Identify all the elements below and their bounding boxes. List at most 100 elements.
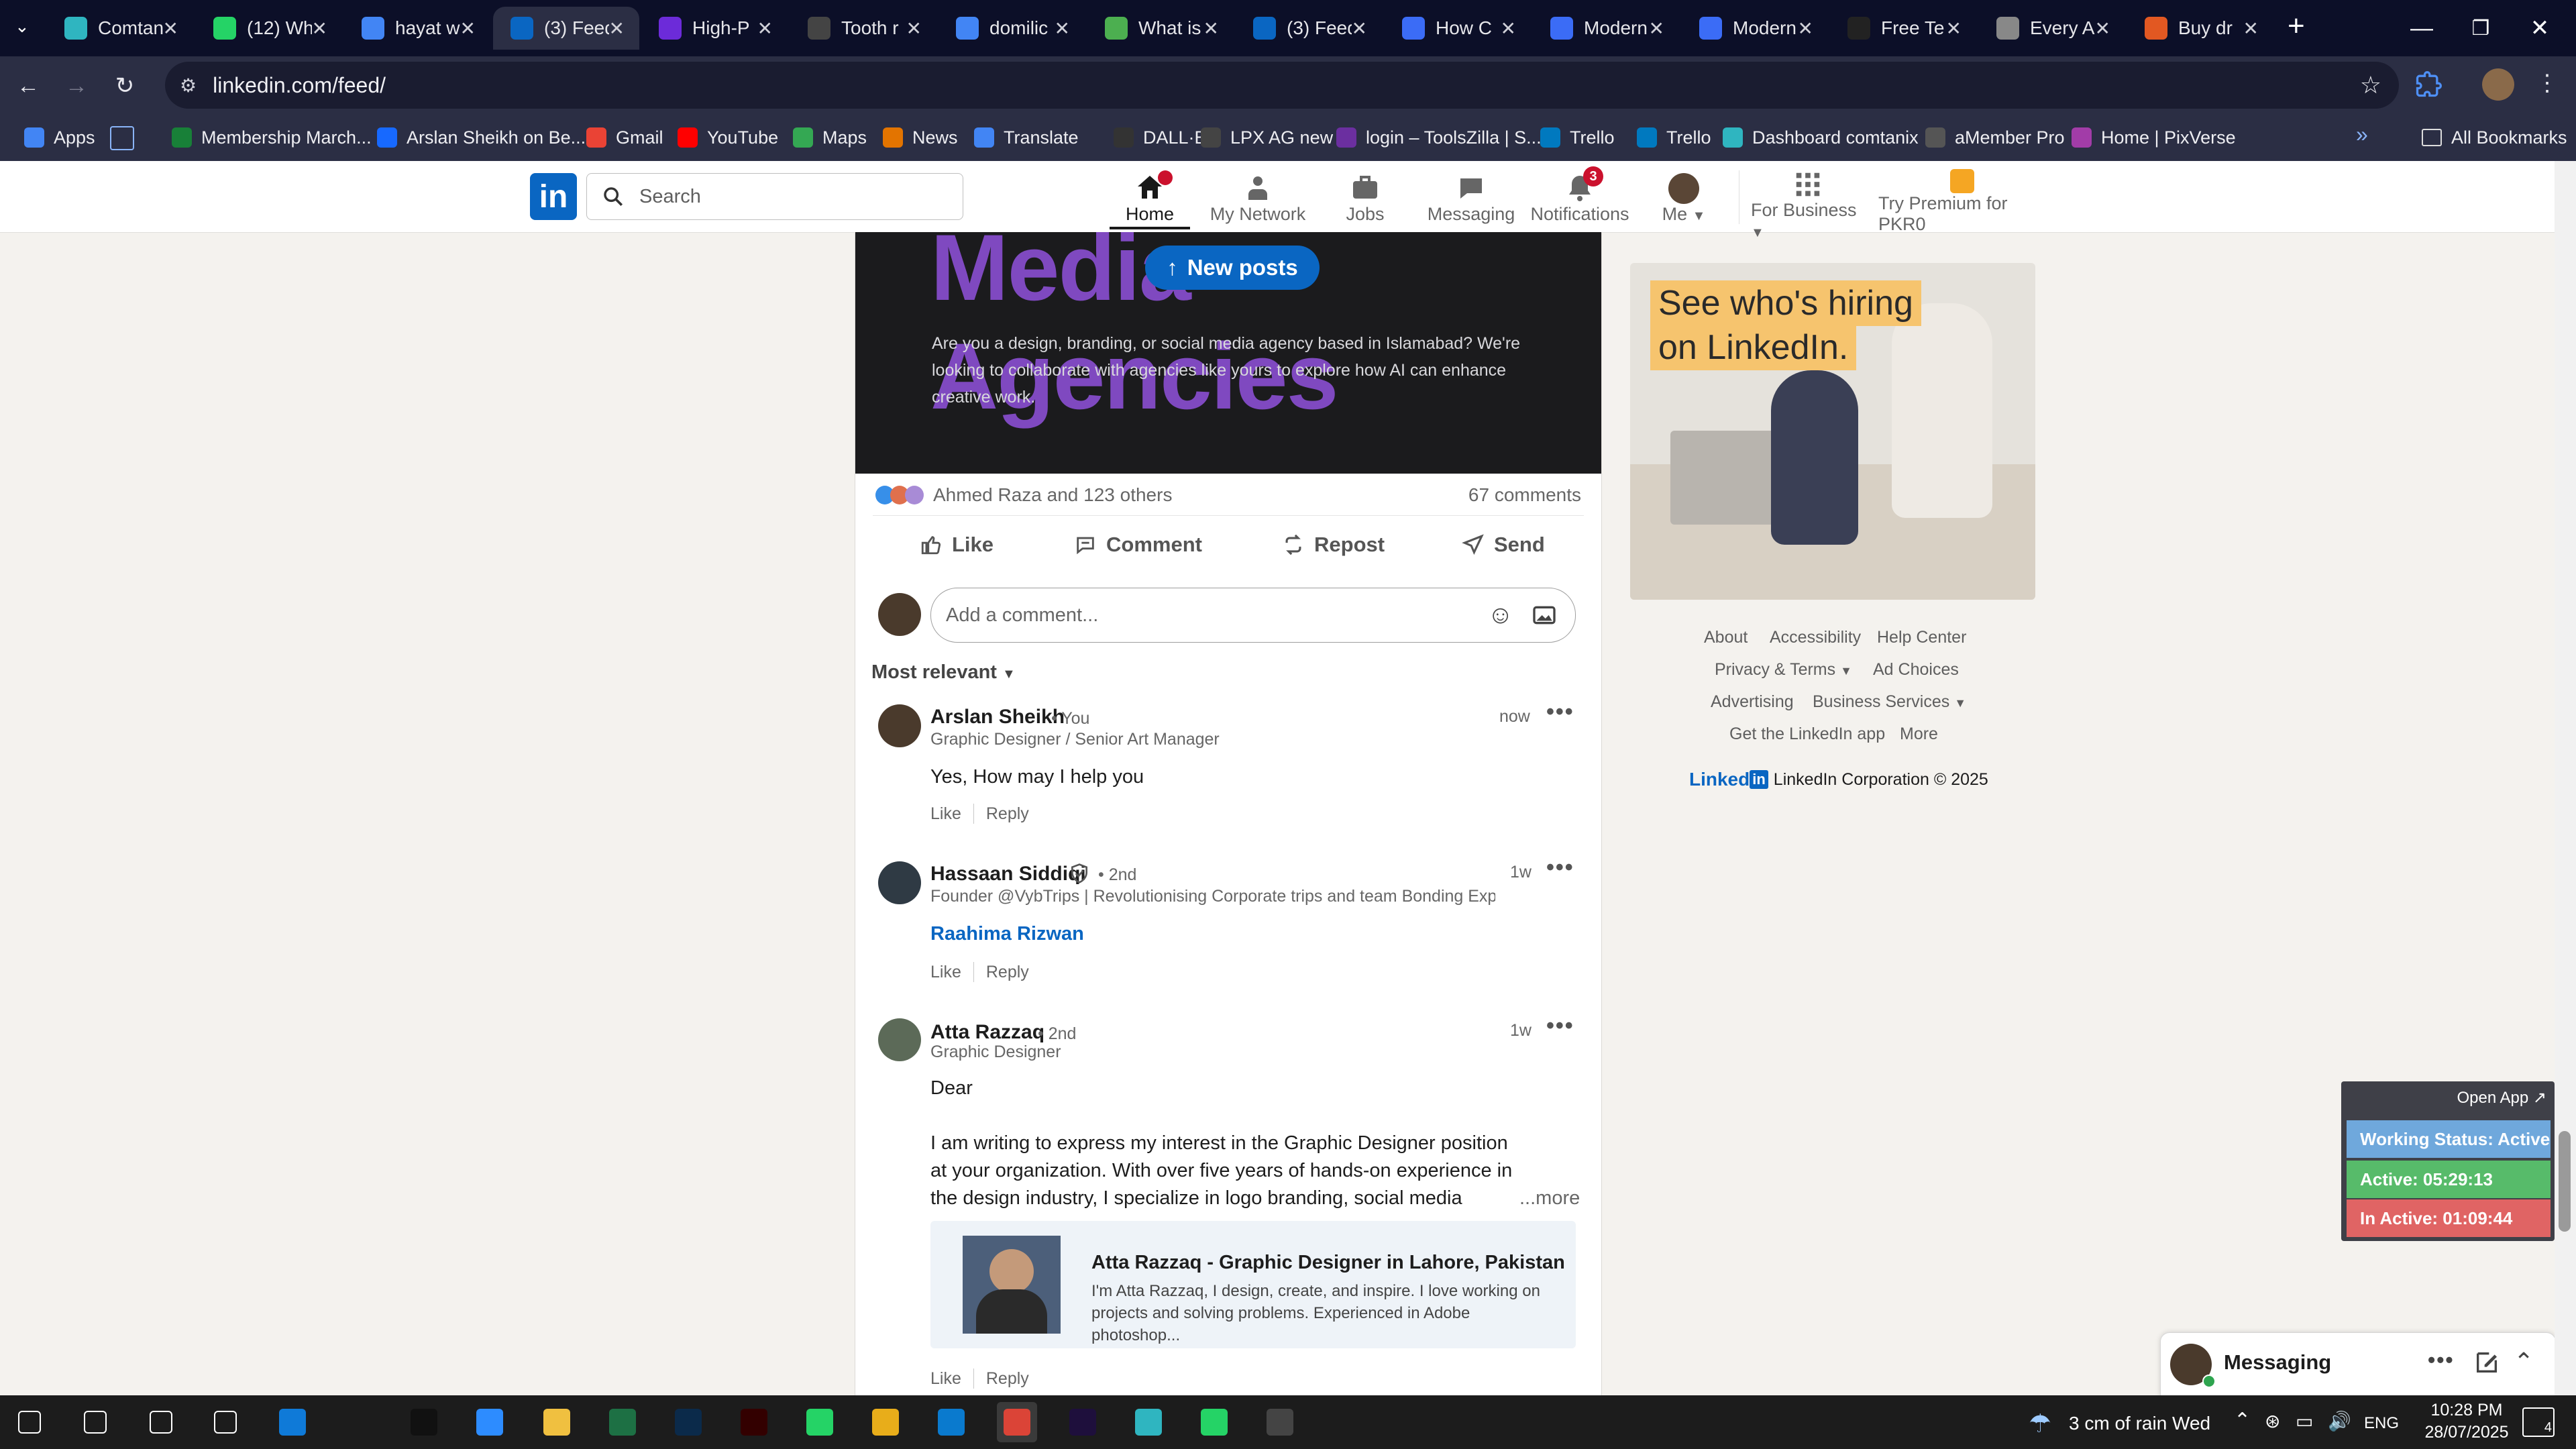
- browser-tab[interactable]: Modern ✕: [1682, 7, 1828, 50]
- comment-like-button[interactable]: Like: [930, 963, 961, 982]
- mention-link[interactable]: Raahima Rizwan: [930, 920, 1084, 948]
- bookmark-item[interactable]: YouTube: [678, 123, 778, 152]
- forward-button[interactable]: →: [62, 71, 91, 101]
- bookmark-item[interactable]: Maps: [793, 123, 867, 152]
- comment-like-button[interactable]: Like: [930, 1369, 961, 1389]
- commenter-avatar[interactable]: [878, 861, 921, 904]
- comment-button[interactable]: Comment: [1074, 525, 1202, 565]
- address-bar[interactable]: ⚙ linkedin.com/feed/ ☆: [165, 62, 2399, 109]
- footer-more-link[interactable]: More: [1900, 724, 1938, 744]
- nav-messaging[interactable]: Messaging: [1428, 169, 1515, 229]
- extensions-icon[interactable]: [2414, 70, 2443, 99]
- browser-tab[interactable]: Comtan ✕: [47, 7, 193, 50]
- tab-close-icon[interactable]: ✕: [2243, 17, 2259, 40]
- commenter-name[interactable]: Hassaan Siddiqi: [930, 863, 1086, 885]
- current-user-avatar[interactable]: [878, 593, 921, 636]
- new-posts-button[interactable]: ↑ New posts: [1145, 246, 1320, 290]
- comment-reply-button[interactable]: Reply: [986, 804, 1029, 824]
- nav-for-business[interactable]: For Business ▼: [1751, 169, 1865, 240]
- network-icon[interactable]: ▭: [2296, 1410, 2313, 1432]
- tray-app-icon[interactable]: ⊛: [2265, 1410, 2280, 1432]
- browser-tab[interactable]: How C ✕: [1385, 7, 1531, 50]
- nav-my-network[interactable]: My Network: [1208, 169, 1308, 229]
- bookmark-item[interactable]: aMember Pro: [1925, 123, 2065, 152]
- comment-like-button[interactable]: Like: [930, 804, 961, 824]
- cortana-icon[interactable]: [141, 1402, 181, 1442]
- illustrator-icon[interactable]: [734, 1402, 774, 1442]
- more-bookmarks-icon[interactable]: »: [2356, 122, 2368, 147]
- commenter-name[interactable]: Atta Razzaq: [930, 1021, 1044, 1044]
- bookmark-item[interactable]: Gmail: [586, 123, 663, 152]
- browser-menu-icon[interactable]: ⋮: [2536, 70, 2559, 97]
- tab-close-icon[interactable]: ✕: [1946, 17, 1962, 40]
- tab-close-icon[interactable]: ✕: [460, 17, 476, 40]
- see-more-link[interactable]: ...more: [1519, 1185, 1580, 1212]
- linkedin-logo[interactable]: in: [530, 173, 577, 220]
- chevron-up-icon[interactable]: ⌃: [2514, 1348, 2534, 1376]
- zoom-icon[interactable]: [470, 1402, 510, 1442]
- comment-input[interactable]: Add a comment... ☺: [930, 588, 1576, 643]
- bookmark-item[interactable]: login – ToolsZilla | S...: [1336, 123, 1542, 152]
- new-tab-button[interactable]: +: [2288, 9, 2305, 43]
- footer-business-link[interactable]: Business Services ▼: [1813, 692, 1966, 712]
- vscode-icon[interactable]: [931, 1402, 971, 1442]
- emoji-icon[interactable]: ☺: [1487, 601, 1513, 630]
- nav-jobs[interactable]: Jobs: [1328, 169, 1402, 229]
- all-bookmarks-folder[interactable]: All Bookmarks: [2422, 123, 2567, 152]
- app-icon[interactable]: [1128, 1402, 1169, 1442]
- nav-me[interactable]: Me ▼: [1650, 169, 1717, 229]
- task-view-icon[interactable]: [205, 1402, 246, 1442]
- messaging-options-icon[interactable]: •••: [2428, 1348, 2455, 1373]
- link-preview-card[interactable]: Atta Razzaq - Graphic Designer in Lahore…: [930, 1221, 1576, 1348]
- commenter-avatar[interactable]: [878, 1018, 921, 1061]
- restore-button[interactable]: ❐: [2451, 0, 2510, 56]
- minimize-button[interactable]: —: [2392, 0, 2451, 56]
- profile-avatar[interactable]: [2482, 68, 2514, 101]
- comment-options-icon[interactable]: •••: [1546, 855, 1574, 881]
- comment-reply-button[interactable]: Reply: [986, 963, 1029, 982]
- comments-count[interactable]: 67 comments: [1468, 484, 1581, 506]
- compose-icon[interactable]: [2473, 1349, 2500, 1376]
- bookmark-item[interactable]: Apps: [24, 123, 95, 152]
- like-button[interactable]: Like: [920, 525, 994, 565]
- bookmark-item[interactable]: Translate: [974, 123, 1079, 152]
- nav-notifications[interactable]: Notifications 3: [1529, 166, 1630, 229]
- messaging-panel[interactable]: Messaging ••• ⌃: [2160, 1332, 2556, 1397]
- browser-tab[interactable]: hayat w ✕: [344, 7, 490, 50]
- chrome-active-icon[interactable]: [997, 1402, 1037, 1442]
- repost-button[interactable]: Repost: [1282, 525, 1385, 565]
- nav-premium[interactable]: Try Premium for PKR0: [1878, 169, 2046, 234]
- pen-icon[interactable]: [338, 1402, 378, 1442]
- close-window-button[interactable]: ✕: [2510, 0, 2569, 56]
- volume-icon[interactable]: 🔊: [2328, 1410, 2351, 1432]
- tab-close-icon[interactable]: ✕: [312, 17, 327, 40]
- scrollbar-thumb[interactable]: [2559, 1131, 2571, 1232]
- tray-chevron-icon[interactable]: ⌃: [2234, 1409, 2251, 1432]
- bookmark-item[interactable]: Trello: [1637, 123, 1711, 152]
- language-indicator[interactable]: ENG: [2364, 1414, 2399, 1433]
- bookmark-item[interactable]: LPX AG new: [1201, 123, 1333, 152]
- tab-groups-icon[interactable]: [110, 126, 134, 150]
- back-button[interactable]: ←: [13, 71, 43, 101]
- reactions-summary[interactable]: Ahmed Raza and 123 others: [875, 484, 1172, 506]
- footer-privacy-link[interactable]: Privacy & Terms ▼: [1715, 660, 1852, 680]
- tab-close-icon[interactable]: ✕: [1352, 17, 1367, 40]
- commenter-name[interactable]: Arslan Sheikh: [930, 706, 1065, 729]
- notification-center-icon[interactable]: 4: [2522, 1407, 2555, 1437]
- clock[interactable]: 10:28 PM 28/07/2025: [2423, 1401, 2510, 1442]
- start-icon[interactable]: [9, 1402, 50, 1442]
- browser-tab[interactable]: Buy dr ✕: [2127, 7, 2273, 50]
- tab-close-icon[interactable]: ✕: [1203, 17, 1219, 40]
- premiere-icon[interactable]: [1063, 1402, 1103, 1442]
- tab-close-icon[interactable]: ✕: [906, 17, 922, 40]
- tab-close-icon[interactable]: ✕: [2095, 17, 2110, 40]
- comment-options-icon[interactable]: •••: [1546, 699, 1574, 725]
- browser-tab[interactable]: Tooth r ✕: [790, 7, 936, 50]
- tab-close-icon[interactable]: ✕: [1501, 17, 1516, 40]
- browser-tab[interactable]: (12) WhatsApp✕: [196, 7, 342, 50]
- tab-close-icon[interactable]: ✕: [609, 17, 625, 40]
- footer-accessibility-link[interactable]: Accessibility: [1770, 628, 1861, 647]
- bookmark-item[interactable]: Membership March...: [172, 123, 372, 152]
- browser-tab[interactable]: (3) Feed ✕: [493, 7, 639, 50]
- tab-close-icon[interactable]: ✕: [1798, 17, 1813, 40]
